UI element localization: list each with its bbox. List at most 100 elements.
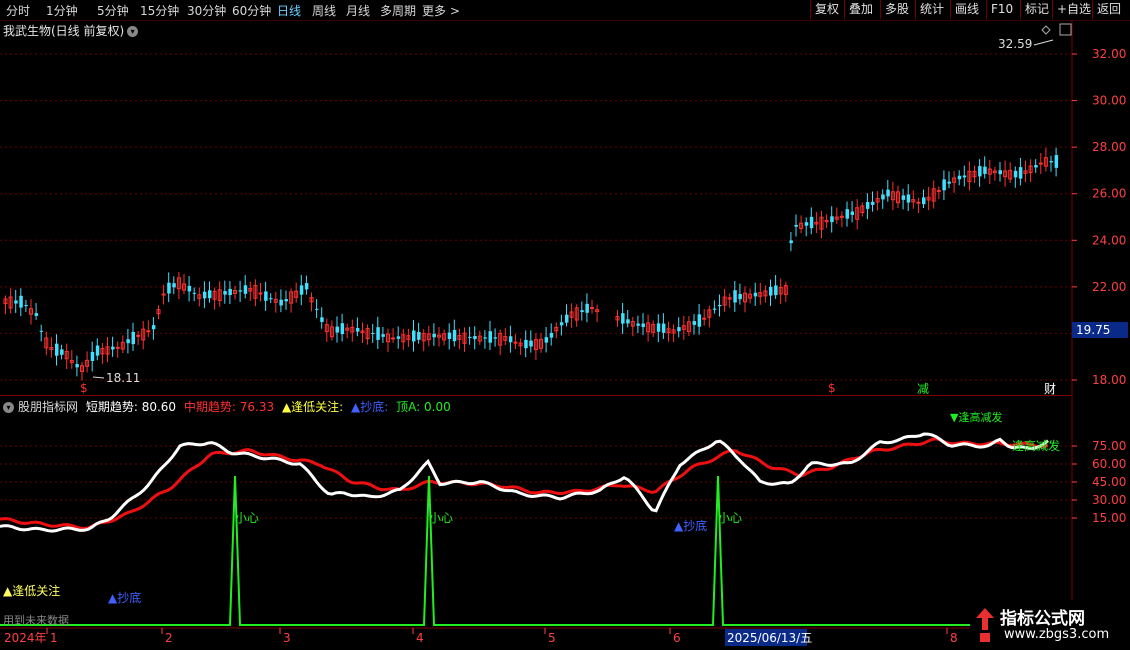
candle-body-up [391, 337, 396, 340]
candle-body-down [549, 332, 554, 338]
candle-body-down [172, 283, 176, 288]
marker-reduce: 减 [917, 382, 929, 396]
candle-body-down [789, 240, 793, 244]
watermark-title: 指标公式网 [1000, 609, 1085, 629]
candle-body-down [355, 327, 360, 332]
candle-body-down [886, 189, 890, 197]
candle-body-down [417, 331, 421, 340]
candle-body-down [304, 283, 309, 290]
candle-body-down [488, 331, 492, 343]
careful-annotation: 小心 [235, 511, 259, 525]
indicator-lines [0, 432, 1049, 626]
candle-body-down [228, 288, 232, 296]
careful-annotation: 小心 [429, 511, 453, 525]
high-arrow-icon [1033, 39, 1054, 46]
candle-body-down [55, 343, 59, 356]
marker-dollar: $ [828, 381, 836, 395]
candle-body-down [432, 333, 436, 338]
candle-body-down [585, 303, 589, 313]
candle-body-down [187, 285, 192, 292]
chevron-down-icon[interactable]: ▾ [3, 402, 14, 413]
candle-body-down [881, 194, 885, 200]
price-tick-label: 24.00 [1092, 233, 1126, 247]
candle-body-down [947, 181, 951, 184]
watermark: 指标公式网 www.zbgs3.com [970, 600, 1130, 650]
candle-body-down [1013, 170, 1018, 178]
top-a-label: 顶A: 0.00 [396, 400, 451, 414]
candle-body-down [447, 332, 452, 340]
candle-body-down [559, 322, 564, 326]
price-tick-label: 18.00 [1092, 373, 1126, 387]
candle-body-down [60, 349, 64, 355]
candle-body-down [508, 336, 513, 343]
candle-body-down [223, 291, 227, 295]
candle-body-up [590, 306, 594, 309]
candle-body-down [14, 300, 18, 304]
candle-body-down [809, 216, 814, 229]
candle-body-down [922, 197, 926, 205]
panel-toggle-icon [1059, 23, 1072, 36]
candle-body-down [845, 209, 849, 219]
date-tick-label: 6 [673, 631, 681, 645]
date-tick-label: 4 [416, 631, 424, 645]
candle-body-down [636, 323, 640, 326]
candle-body-down [34, 313, 39, 316]
low-price-label: 18.11 [106, 371, 140, 385]
candle-body-down [942, 179, 946, 191]
dip-annotation: ▲抄底 [674, 518, 707, 533]
candle-body-up [161, 293, 166, 296]
candle-body-down [978, 166, 982, 177]
chart-labels: 32.59 18.11 $ $ 减 财小心 小心 小心 ▲抄底 ▲抄底 ▲逢低关注用到未来数据 ▼逢高… [3, 23, 1072, 627]
candle-body-down [1018, 167, 1023, 179]
candle-body-up [513, 341, 518, 344]
candle-body-down [871, 201, 875, 205]
candle-body-down [901, 195, 906, 200]
low-focus-label: ▲逢低关注: [281, 400, 344, 414]
candle-body-down [299, 285, 304, 295]
low-focus-annotation: ▲逢低关注 [3, 583, 60, 598]
candle-body-down [850, 211, 855, 215]
indicator-tick-label: 45.00 [1092, 475, 1126, 489]
indicator-tick-label: 60.00 [1092, 457, 1126, 471]
candle-body-down [641, 323, 645, 328]
candle-body-down [565, 314, 569, 323]
candle-body-down [580, 310, 584, 313]
candle-body-down [320, 317, 324, 322]
diamond-icon [1041, 25, 1051, 35]
current-price-flag: 19.75 [1072, 322, 1128, 338]
candle-body-down [544, 337, 549, 343]
indicator-tick-label: 15.00 [1092, 511, 1126, 525]
candle-body-down [621, 313, 625, 324]
candle-body-up [936, 189, 941, 192]
date-tick-label: 2024年 [4, 631, 47, 645]
candle-body-down [962, 175, 967, 178]
candle-body-down [830, 216, 834, 223]
candle-body-down [865, 202, 870, 209]
mid-trend-label: 中期趋势: 76.33 [183, 400, 275, 414]
candle-body-down [697, 314, 702, 327]
indicator-header: ▾ 股朋指标网 短期趋势: 80.60 中期趋势: 76.33 ▲逢低关注: ▲抄… [3, 398, 455, 415]
indicator-tick-label: 75.00 [1092, 439, 1126, 453]
candle-body-down [238, 290, 243, 292]
high-reduce-annotation: 逢高减发 [1012, 438, 1060, 453]
top-signal-line [0, 475, 970, 626]
future-data-note: 用到未来数据 [3, 613, 69, 627]
candle-body-down [335, 326, 339, 333]
candle-body-down [131, 331, 135, 345]
candle-body-down [202, 291, 207, 299]
candle-body-down [983, 166, 987, 174]
low-arrow-icon [92, 376, 105, 379]
candle-body-down [804, 222, 809, 226]
candle-body-down [167, 282, 171, 294]
dip-annotation: ▲抄底 [108, 590, 141, 605]
candle-body-up [115, 346, 120, 349]
date-tick-label: 3 [283, 631, 291, 645]
candle-body-down [712, 308, 717, 310]
candle-body-down [75, 364, 79, 368]
pane-divider [0, 395, 1072, 396]
price-tick-label: 32.00 [1092, 47, 1126, 61]
candle-body-down [774, 285, 778, 296]
candle-body-down [1049, 160, 1053, 163]
marker-finance: 财 [1044, 382, 1056, 396]
candle-body-down [661, 323, 666, 333]
